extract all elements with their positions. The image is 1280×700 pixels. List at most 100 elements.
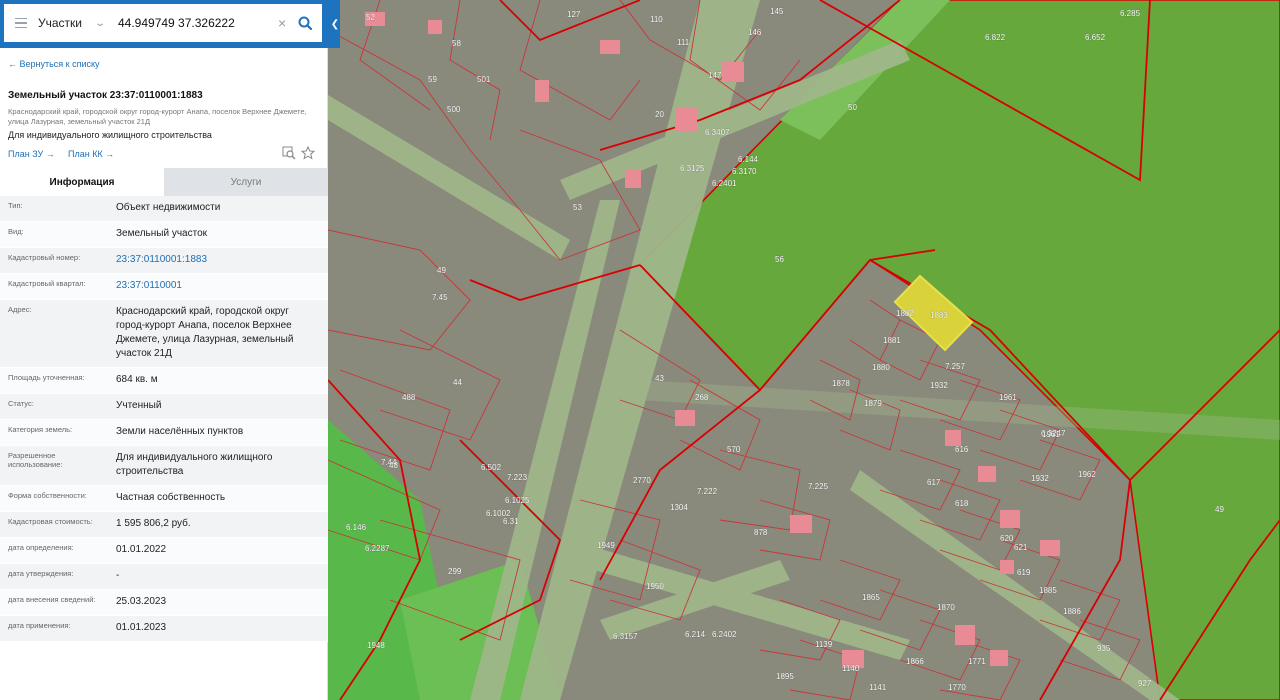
property-row: Категория земель: Земли населённых пункто… [0,420,328,446]
property-row: Вид: Земельный участок [0,222,328,248]
property-key: Форма собственности: [8,491,87,500]
property-key: Статус: [8,399,34,408]
parcel-label: 50 [848,103,857,112]
property-key: дата утверждения: [8,569,74,578]
parcel-label: 145 [770,7,784,16]
parcel-label: 935 [1097,644,1111,653]
property-key: дата определения: [8,543,74,552]
property-value: Учтенный [116,400,162,411]
parcel-label: 6.2402 [712,630,737,639]
parcel-label: 6.146 [346,523,367,532]
menu-icon[interactable] [4,4,38,42]
chevron-down-icon: ⌄ [94,17,107,29]
parcel-label: 1932 [1031,474,1049,483]
parcel-label: 59 [428,75,437,84]
property-row: Статус: Учтенный [0,394,328,420]
plan-zu-link[interactable]: План ЗУ → [8,149,55,159]
property-value-link[interactable]: 23:37:0110001:1883 [108,248,328,273]
search-icon[interactable] [292,4,318,42]
zoom-to-plot-icon[interactable] [282,146,296,160]
parcel-label: 58 [452,39,461,48]
object-type-label: Участки [38,16,82,30]
property-key: Площадь уточненная: [8,373,85,382]
property-row: Кадастровый номер: 23:37:0110001:1883 [0,248,328,274]
parcel-label: 110 [650,15,663,24]
parcel-label: 1895 [776,672,794,681]
parcel-label: 43 [655,374,664,383]
plan-kk-link[interactable]: План КК → [68,149,114,159]
parcel-label: 1886 [1063,607,1081,616]
parcel-label: 6.1025 [505,496,530,505]
tab-services[interactable]: Услуги [164,168,328,196]
property-value: - [116,570,120,581]
parcel-label: 147 [708,71,722,80]
app: 6.285 6.822 6.652 50 56 49 52 127 110 145 58 111 146… [0,0,1280,700]
panel-tabs: Информация Услуги [0,168,328,196]
parcel-label: 2770 [633,476,651,485]
parcel-label: 1932 [930,381,948,390]
parcel-label: 7.257 [945,362,966,371]
parcel-label: 617 [927,478,941,487]
parcel-label: 7.225 [808,482,829,491]
search-input[interactable] [114,4,274,42]
property-value: 01.01.2023 [116,622,167,633]
parcel-label: 488 [402,393,416,402]
collapse-panel-button[interactable]: ❮ [330,0,340,48]
parcel-label: 6.652 [1085,33,1106,42]
parcel-label: 619 [1017,568,1031,577]
parcel-label: 620 [1000,534,1014,543]
property-key: Категория земель: [8,425,73,434]
property-key: Кадастровый номер: [8,253,81,262]
parcel-label: 927 [1138,679,1152,688]
parcel-label: 1870 [937,603,955,612]
parcel-label: 53 [573,203,582,212]
parcel-label: 1770 [948,683,966,692]
property-key: Вид: [8,227,24,236]
parcel-label: 570 [727,445,741,454]
clear-icon[interactable]: × [278,15,292,31]
property-value-link[interactable]: 23:37:0110001 [108,274,328,299]
property-row: Разрешенное использование: Для индивидуал… [0,446,328,486]
parcel-label: 6.214 [685,630,706,639]
property-row: дата внесения сведений: 25.03.2023 [0,590,328,616]
parcel-label: 7.222 [697,487,718,496]
parcel-label: 44 [453,378,462,387]
parcel-label: 48 [389,461,398,470]
property-value: 25.03.2023 [116,596,167,607]
parcel-label: 1771 [968,657,986,666]
info-panel: ← Вернуться к списку Земельный участок 2… [0,48,328,700]
property-value: Для индивидуального жилищного строительс… [116,452,273,477]
property-key: дата применения: [8,621,71,630]
tab-info[interactable]: Информация [0,168,164,196]
property-row: Кадастровый квартал: 23:37:0110001 [0,274,328,300]
parcel-label: 6.3407 [705,128,730,137]
plot-address-summary: Краснодарский край, городской округ горо… [8,107,307,126]
object-type-select[interactable]: Участки ⌄ [38,4,114,42]
property-row: Кадастровая стоимость: 1 595 806,2 руб. [0,512,328,538]
parcel-label: 56 [775,255,784,264]
parcel-label: 299 [448,567,462,576]
property-row: Форма собственности: Частная собственност… [0,486,328,512]
search-box: Участки ⌄ × [4,4,322,42]
parcel-label: 6.822 [985,33,1006,42]
property-value: Объект недвижимости [116,202,221,213]
parcel-label: 1948 [367,641,385,650]
parcel-label: 1880 [872,363,890,372]
parcel-label: 1961 [999,393,1017,402]
parcel-label: 1882 [896,309,914,318]
parcel-label: 6.3170 [732,167,757,176]
parcel-label: 6.2401 [712,179,737,188]
property-key: Кадастровый квартал: [8,279,86,288]
parcel-label: 1961 [1042,430,1060,439]
parcel-label: 501 [477,75,491,84]
parcel-label: 6.3125 [680,164,705,173]
property-value: 684 кв. м [116,374,158,385]
property-key: Кадастровая стоимость: [8,517,93,526]
back-to-list-link[interactable]: ← Вернуться к списку [8,59,100,69]
star-icon[interactable] [300,145,316,160]
property-key: дата внесения сведений: [8,595,96,604]
parcel-label: 6.144 [738,155,759,164]
property-value: Краснодарский край, городской округ горо… [116,306,294,359]
parcel-label: 127 [567,10,581,19]
parcel-label: 49 [437,266,446,275]
